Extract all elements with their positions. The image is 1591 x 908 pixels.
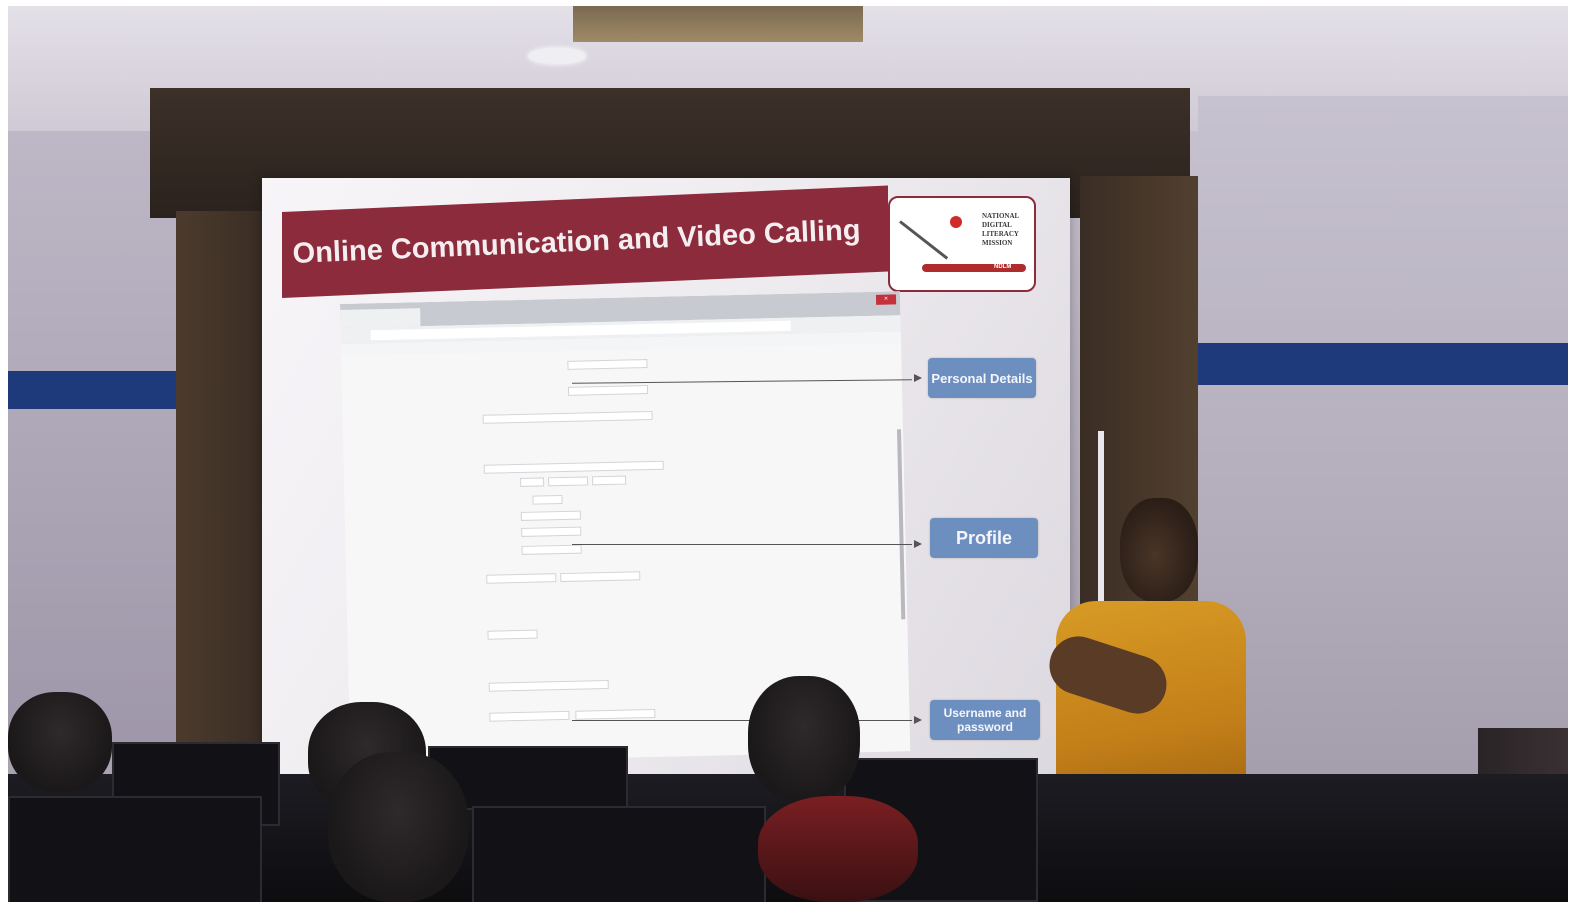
birthday-month-select xyxy=(547,476,589,487)
mobile-country-select xyxy=(486,573,557,584)
logo-line: MISSION xyxy=(982,239,1013,247)
browser-close-icon: × xyxy=(875,294,897,305)
audience-head xyxy=(328,752,468,902)
logo-dot-icon xyxy=(950,216,962,228)
arrow-head-icon xyxy=(914,716,922,724)
country-select xyxy=(520,510,581,521)
ceiling-light xyxy=(528,48,586,64)
city-field xyxy=(521,526,582,537)
left-wall xyxy=(8,131,188,751)
birthday-year-select xyxy=(591,475,627,486)
audience-head xyxy=(748,676,860,802)
screen-frame-left xyxy=(176,211,264,751)
arrow-head-icon xyxy=(914,540,922,548)
first-name-field xyxy=(567,359,648,370)
ndlm-logo: NATIONAL DIGITAL LITERACY MISSION NDLM xyxy=(888,196,1036,292)
logo-line: LITERACY xyxy=(982,230,1019,238)
repeat-password-field xyxy=(575,708,656,720)
callout-profile: Profile xyxy=(930,518,1038,558)
mobile-number-field xyxy=(560,571,641,583)
audience-head xyxy=(8,692,112,792)
browser-tab xyxy=(340,308,421,328)
birthday-day-select xyxy=(519,477,545,487)
usage-select xyxy=(487,629,538,640)
audience-shirt xyxy=(758,796,918,902)
password-field xyxy=(489,710,570,722)
presenter-head xyxy=(1120,498,1198,602)
arrow-username-password xyxy=(572,720,912,721)
classroom-photo: Online Communication and Video Calling N… xyxy=(8,6,1568,902)
ceiling-panel xyxy=(573,6,863,42)
wall-stripe-right xyxy=(1198,343,1568,385)
screen-pole xyxy=(1098,431,1104,611)
callout-personal-details: Personal Details xyxy=(928,358,1036,398)
gender-select xyxy=(532,495,563,505)
logo-pen-icon xyxy=(899,220,949,260)
logo-band-label: NDLM xyxy=(994,264,1012,270)
arrow-head-icon xyxy=(914,374,922,382)
monitor xyxy=(472,806,766,902)
arrow-profile xyxy=(572,544,912,545)
language-select xyxy=(521,544,582,555)
surname-field xyxy=(567,385,649,396)
monitor xyxy=(8,796,262,902)
wall-stripe-left xyxy=(8,371,186,409)
profile-hint-field xyxy=(483,460,664,474)
projector-screen: Online Communication and Video Calling N… xyxy=(262,178,1070,774)
logo-text: NATIONAL DIGITAL LITERACY MISSION xyxy=(982,212,1019,248)
skype-name-field xyxy=(488,680,609,692)
callout-username-password: Username and password xyxy=(930,700,1040,740)
logo-line: NATIONAL xyxy=(982,212,1020,220)
email-field xyxy=(482,410,653,424)
logo-line: DIGITAL xyxy=(982,221,1012,229)
